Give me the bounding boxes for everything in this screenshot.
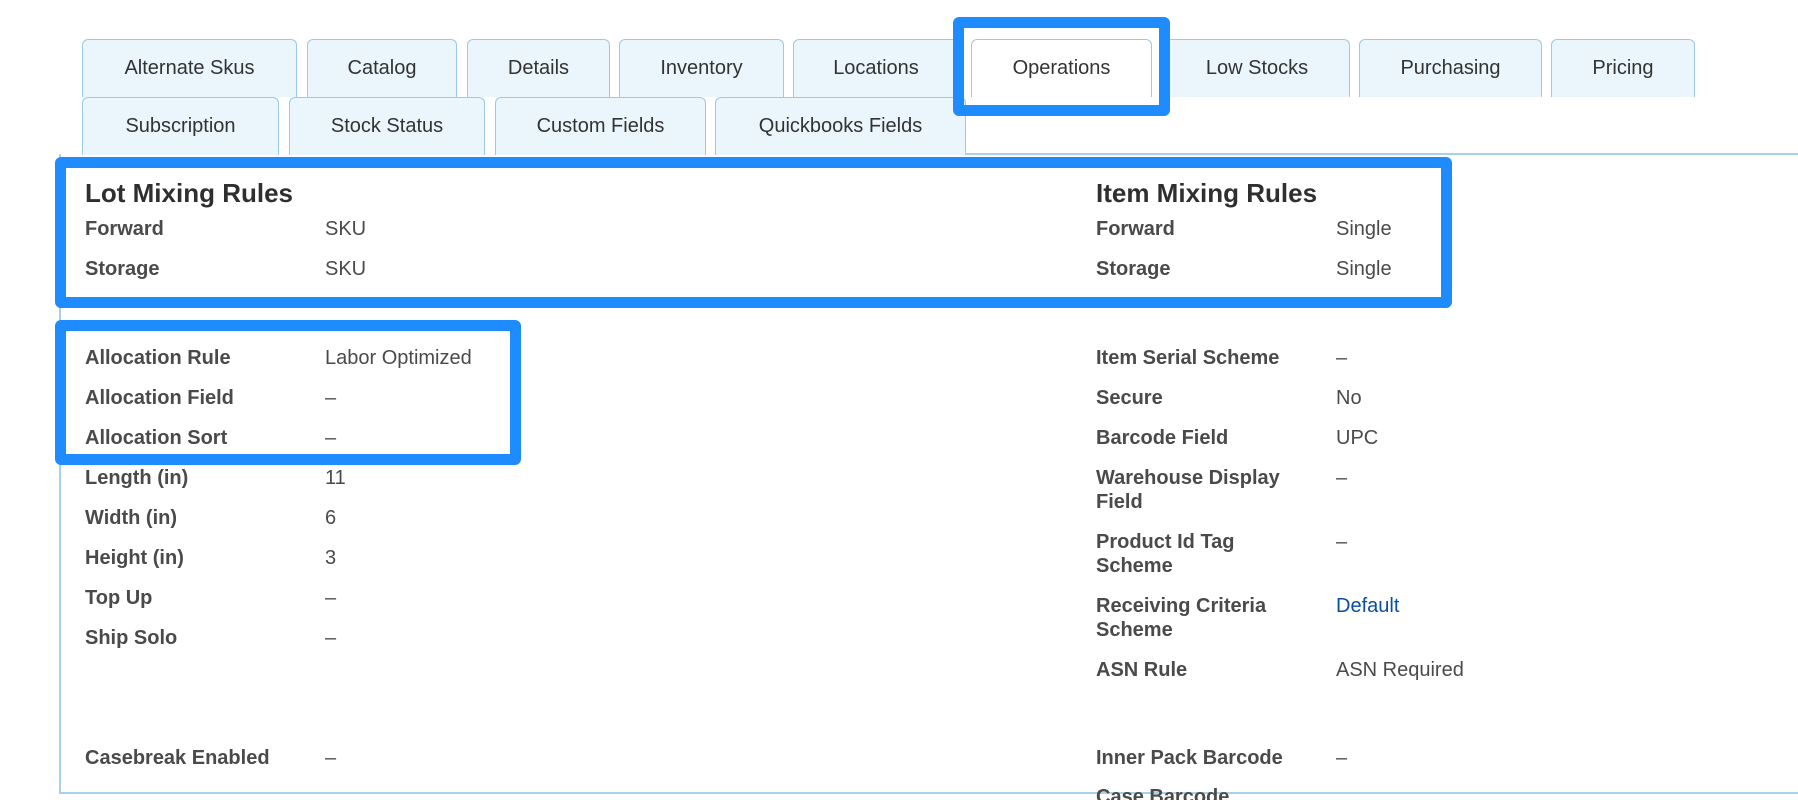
length-label: Length (in) xyxy=(85,467,189,489)
item-serial-scheme-label: Item Serial Scheme xyxy=(1096,347,1280,369)
receiving-criteria-scheme-link[interactable]: Default xyxy=(1336,594,1399,618)
item-forward-label: Forward xyxy=(1096,218,1175,240)
top-up-value: – xyxy=(325,587,337,609)
tab-alternate-skus[interactable]: Alternate Skus xyxy=(82,39,297,97)
tab-purchasing[interactable]: Purchasing xyxy=(1359,39,1542,97)
ship-solo-label: Ship Solo xyxy=(85,627,178,649)
inner-pack-barcode-value: – xyxy=(1336,747,1348,769)
case-barcode-row: Case Barcode xyxy=(1096,780,1296,800)
item-storage-label: Storage xyxy=(1096,258,1171,280)
asn-rule-label: ASN Rule xyxy=(1096,659,1188,681)
tab-catalog[interactable]: Catalog xyxy=(307,39,457,97)
barcode-field-value: UPC xyxy=(1336,427,1379,449)
tab-pricing[interactable]: Pricing xyxy=(1551,39,1695,97)
allocation-sort-value: – xyxy=(325,427,337,449)
allocation-field-label: Allocation Field xyxy=(85,387,234,409)
tab-stock-status[interactable]: Stock Status xyxy=(289,97,485,155)
top-up-label: Top Up xyxy=(85,587,153,609)
tab-subscription[interactable]: Subscription xyxy=(82,97,279,155)
page: Alternate Skus Catalog Details Inventory… xyxy=(0,0,1798,800)
lot-forward-value: SKU xyxy=(325,218,367,240)
secure-value: No xyxy=(1336,387,1362,409)
item-serial-scheme-value: – xyxy=(1336,347,1348,369)
casebreak-enabled-label: Casebreak Enabled xyxy=(85,747,270,769)
item-mixing-rules-title: Item Mixing Rules xyxy=(1096,178,1318,208)
lot-mixing-rules-title: Lot Mixing Rules xyxy=(85,178,293,208)
secure-label: Secure xyxy=(1096,387,1163,409)
inner-pack-barcode-label: Inner Pack Barcode xyxy=(1096,747,1283,769)
allocation-sort-label: Allocation Sort xyxy=(85,427,228,449)
tab-operations[interactable]: Operations xyxy=(971,39,1152,97)
receiving-criteria-scheme-label: Receiving Criteria Scheme xyxy=(1096,595,1267,641)
barcode-field-label: Barcode Field xyxy=(1096,427,1229,449)
warehouse-display-field-label: Warehouse Display Field xyxy=(1096,467,1280,513)
casebreak-enabled-value: – xyxy=(325,747,337,769)
case-barcode-label: Case Barcode xyxy=(1096,786,1230,800)
product-id-tag-scheme-label: Product Id Tag Scheme xyxy=(1096,531,1235,577)
ship-solo-value: – xyxy=(325,627,337,649)
item-storage-value: Single xyxy=(1336,258,1392,280)
length-value: 11 xyxy=(325,467,346,489)
item-forward-value: Single xyxy=(1336,218,1392,240)
product-id-tag-scheme-value: – xyxy=(1336,531,1348,553)
height-label: Height (in) xyxy=(85,547,184,569)
tab-custom-fields[interactable]: Custom Fields xyxy=(495,97,706,155)
tab-details[interactable]: Details xyxy=(467,39,610,97)
lot-storage-label: Storage xyxy=(85,258,160,280)
warehouse-display-field-value: – xyxy=(1336,467,1348,489)
tab-inventory[interactable]: Inventory xyxy=(619,39,784,97)
lot-forward-label: Forward xyxy=(85,218,164,240)
allocation-field-value: – xyxy=(325,387,337,409)
tab-low-stocks[interactable]: Low Stocks xyxy=(1164,39,1350,97)
height-value: 3 xyxy=(325,547,337,569)
allocation-rule-label: Allocation Rule xyxy=(85,347,231,369)
tab-quickbooks-fields[interactable]: Quickbooks Fields xyxy=(715,97,966,155)
lot-storage-value: SKU xyxy=(325,258,367,280)
allocation-rule-value: Labor Optimized xyxy=(325,347,472,369)
tab-locations[interactable]: Locations xyxy=(793,39,959,97)
asn-rule-value: ASN Required xyxy=(1336,659,1464,681)
width-value: 6 xyxy=(325,507,337,529)
width-label: Width (in) xyxy=(85,507,178,529)
content-panel xyxy=(59,154,1798,794)
